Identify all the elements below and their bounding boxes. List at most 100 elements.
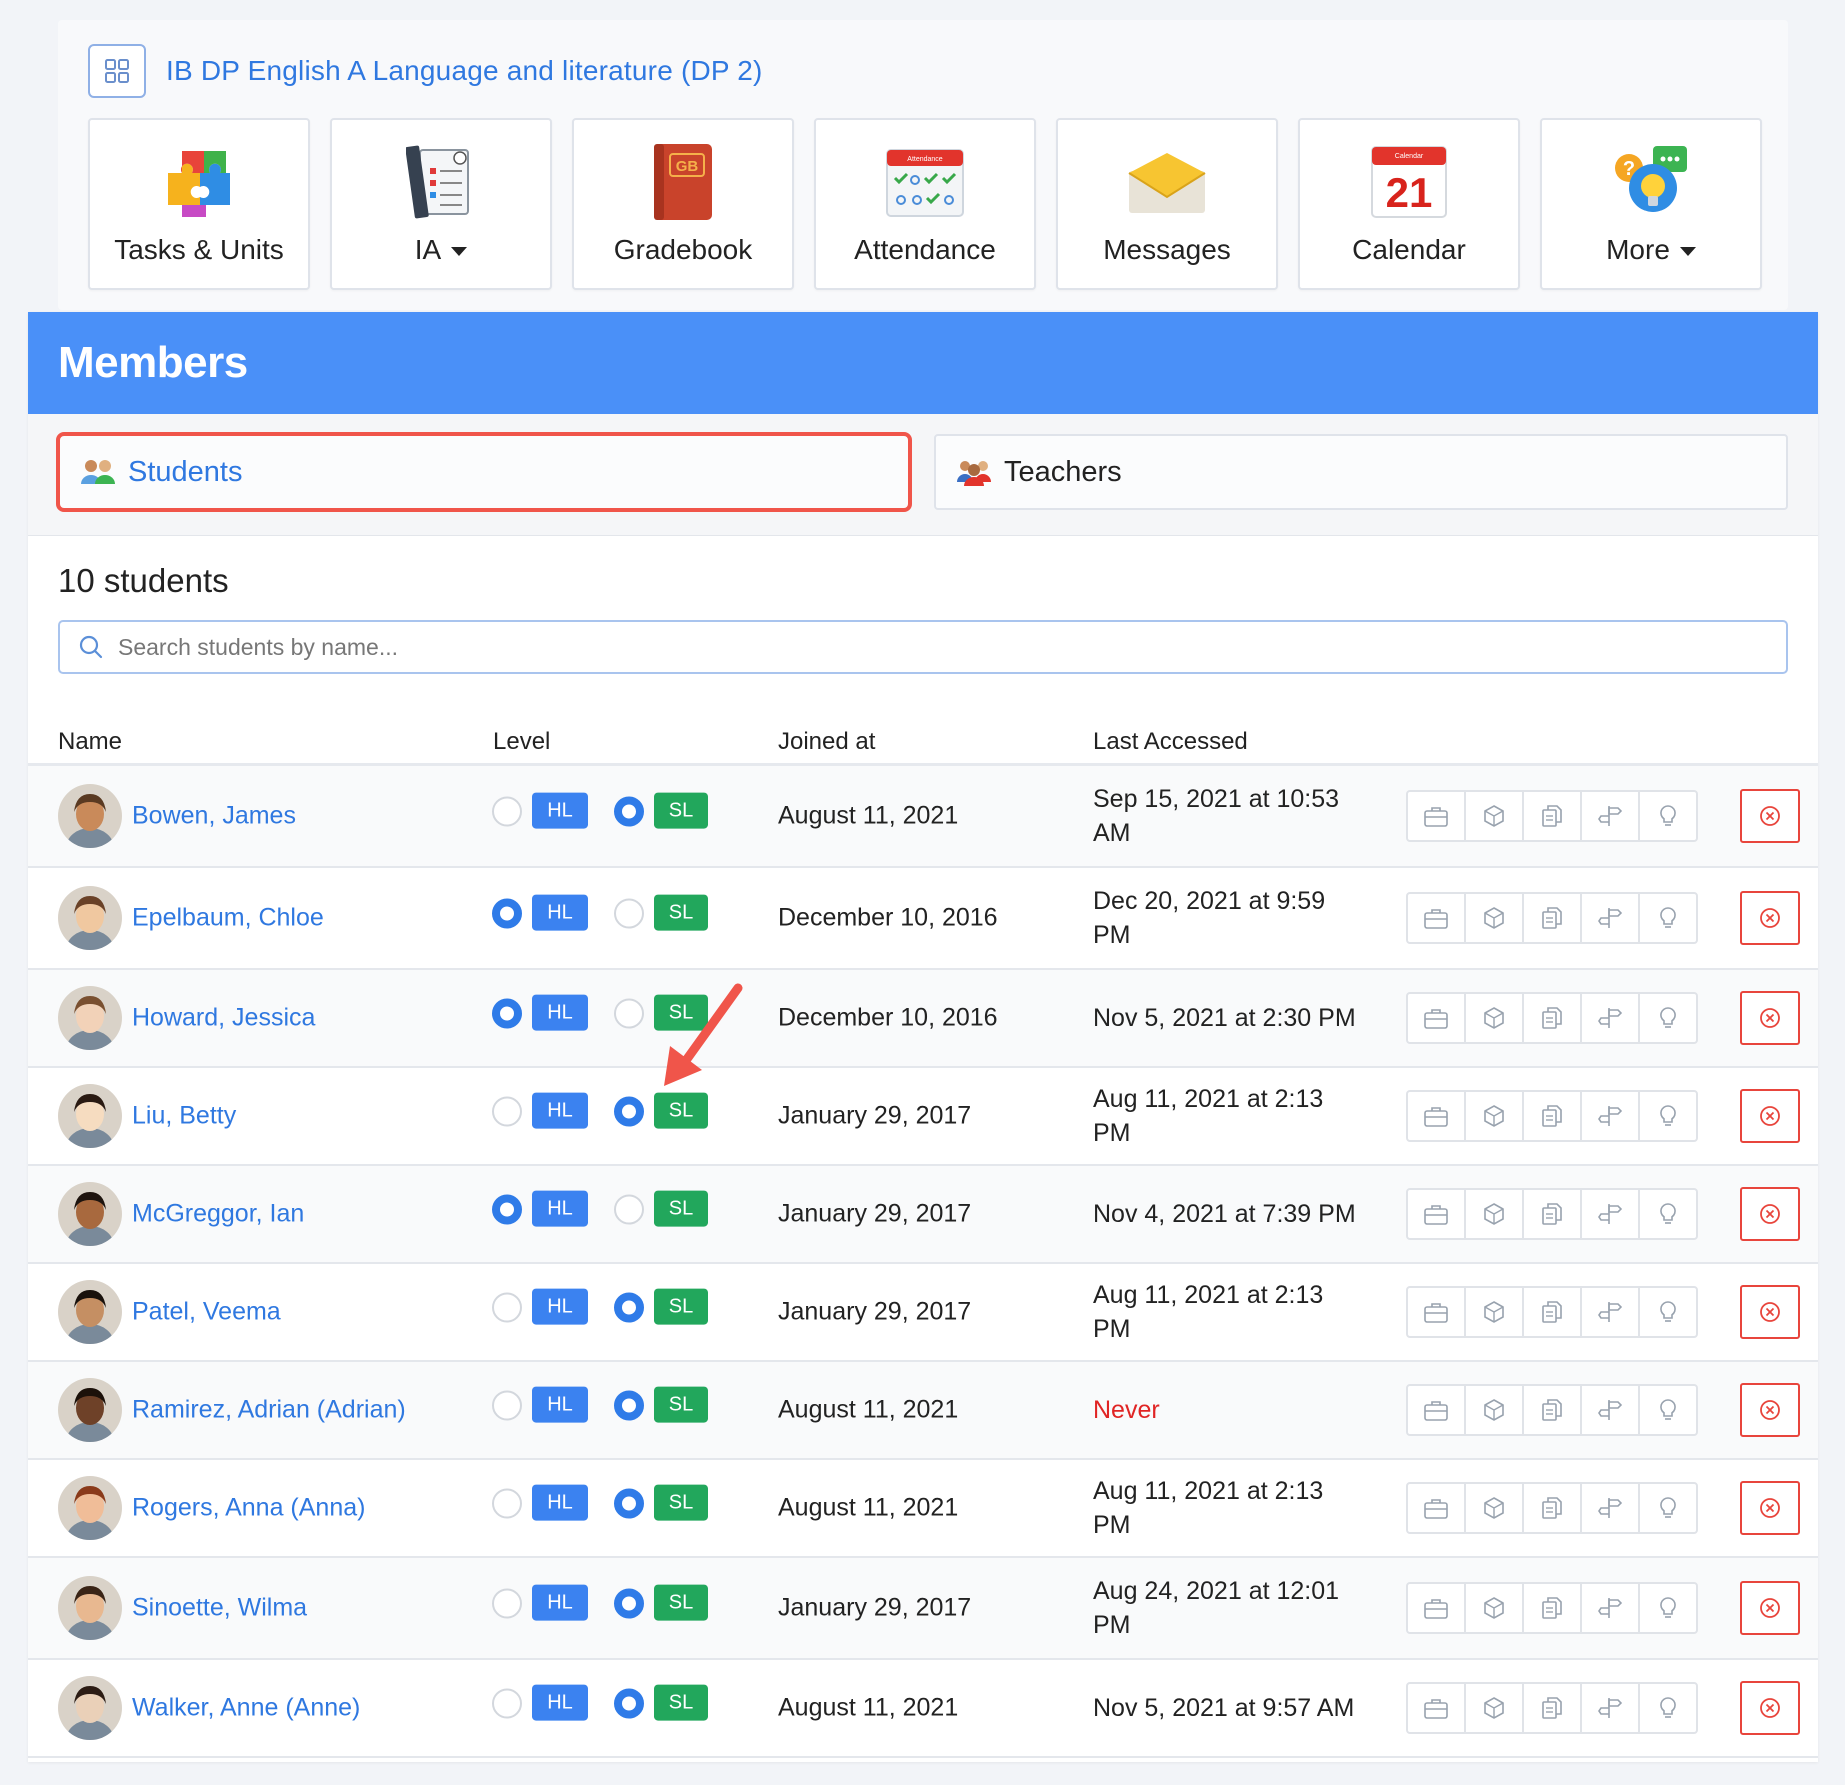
tile-messages[interactable]: Messages [1056,118,1278,290]
lightbulb-button[interactable] [1638,892,1698,944]
level-hl-radio[interactable] [492,1488,522,1519]
documents-button[interactable] [1522,992,1582,1044]
documents-button[interactable] [1522,1682,1582,1734]
cube-button[interactable] [1464,790,1524,842]
briefcase-button[interactable] [1406,1582,1466,1634]
cube-button[interactable] [1464,1090,1524,1142]
student-name-link[interactable]: McGreggor, Ian [132,1200,304,1229]
tile-gradebook[interactable]: GB Gradebook [572,118,794,290]
tab-students[interactable]: Students [56,432,912,512]
signpost-button[interactable] [1580,1286,1640,1338]
level-sl-radio[interactable] [614,1096,644,1127]
briefcase-button[interactable] [1406,1384,1466,1436]
student-name-link[interactable]: Bowen, James [132,802,296,831]
student-name-link[interactable]: Patel, Veema [132,1298,281,1327]
lightbulb-button[interactable] [1638,1286,1698,1338]
lightbulb-button[interactable] [1638,1384,1698,1436]
cube-button[interactable] [1464,1582,1524,1634]
documents-button[interactable] [1522,1188,1582,1240]
remove-student-button[interactable] [1740,991,1800,1045]
course-title[interactable]: IB DP English A Language and literature … [166,55,763,87]
remove-student-button[interactable] [1740,891,1800,945]
briefcase-button[interactable] [1406,790,1466,842]
cube-button[interactable] [1464,892,1524,944]
cube-button[interactable] [1464,1682,1524,1734]
lightbulb-button[interactable] [1638,1482,1698,1534]
tile-attendance[interactable]: Attendance Attendance [814,118,1036,290]
level-sl-radio[interactable] [614,1390,644,1421]
student-name-link[interactable]: Walker, Anne (Anne) [132,1694,360,1723]
level-hl-radio[interactable] [492,1688,522,1719]
cube-button[interactable] [1464,1188,1524,1240]
remove-student-button[interactable] [1740,1681,1800,1735]
level-sl-radio[interactable] [614,796,644,827]
student-name-link[interactable]: Rogers, Anna (Anna) [132,1494,365,1523]
student-name-link[interactable]: Ramirez, Adrian (Adrian) [132,1396,406,1425]
student-name-link[interactable]: Sinoette, Wilma [132,1594,307,1623]
briefcase-button[interactable] [1406,1682,1466,1734]
documents-button[interactable] [1522,1384,1582,1436]
remove-student-button[interactable] [1740,1581,1800,1635]
signpost-button[interactable] [1580,1090,1640,1142]
level-hl-radio[interactable] [492,1588,522,1619]
level-sl-radio[interactable] [614,1194,644,1225]
lightbulb-button[interactable] [1638,1682,1698,1734]
student-name-link[interactable]: Epelbaum, Chloe [132,904,324,933]
cube-button[interactable] [1464,992,1524,1044]
documents-button[interactable] [1522,1582,1582,1634]
briefcase-button[interactable] [1406,1188,1466,1240]
apps-grid-button[interactable] [88,44,146,98]
level-sl-radio[interactable] [614,1688,644,1719]
level-hl-radio[interactable] [492,796,522,827]
tile-more[interactable]: ? More [1540,118,1762,290]
signpost-button[interactable] [1580,892,1640,944]
cube-button[interactable] [1464,1384,1524,1436]
tile-ia[interactable]: IA [330,118,552,290]
search-input[interactable] [118,633,1718,661]
tile-tasks-units[interactable]: Tasks & Units [88,118,310,290]
signpost-button[interactable] [1580,1482,1640,1534]
briefcase-button[interactable] [1406,1090,1466,1142]
documents-button[interactable] [1522,1090,1582,1142]
cube-button[interactable] [1464,1286,1524,1338]
lightbulb-button[interactable] [1638,790,1698,842]
remove-student-button[interactable] [1740,1187,1800,1241]
remove-student-button[interactable] [1740,1285,1800,1339]
cube-button[interactable] [1464,1482,1524,1534]
briefcase-button[interactable] [1406,1286,1466,1338]
remove-student-button[interactable] [1740,789,1800,843]
briefcase-button[interactable] [1406,1482,1466,1534]
student-name-link[interactable]: Howard, Jessica [132,1004,315,1033]
lightbulb-button[interactable] [1638,1090,1698,1142]
signpost-button[interactable] [1580,1188,1640,1240]
signpost-button[interactable] [1580,992,1640,1044]
signpost-button[interactable] [1580,1582,1640,1634]
level-sl-radio[interactable] [614,1588,644,1619]
level-hl-radio[interactable] [492,1096,522,1127]
level-hl-radio[interactable] [492,1390,522,1421]
signpost-button[interactable] [1580,1682,1640,1734]
signpost-button[interactable] [1580,790,1640,842]
level-sl-radio[interactable] [614,898,644,929]
level-sl-radio[interactable] [614,998,644,1029]
remove-student-button[interactable] [1740,1481,1800,1535]
remove-student-button[interactable] [1740,1383,1800,1437]
lightbulb-button[interactable] [1638,1188,1698,1240]
level-sl-radio[interactable] [614,1488,644,1519]
briefcase-button[interactable] [1406,992,1466,1044]
briefcase-button[interactable] [1406,892,1466,944]
remove-student-button[interactable] [1740,1089,1800,1143]
documents-button[interactable] [1522,1286,1582,1338]
documents-button[interactable] [1522,790,1582,842]
lightbulb-button[interactable] [1638,1582,1698,1634]
documents-button[interactable] [1522,892,1582,944]
level-hl-radio[interactable] [492,998,522,1029]
level-sl-radio[interactable] [614,1292,644,1323]
tile-calendar[interactable]: Calendar 21 Calendar [1298,118,1520,290]
level-hl-radio[interactable] [492,1194,522,1225]
level-hl-radio[interactable] [492,1292,522,1323]
student-name-link[interactable]: Liu, Betty [132,1102,236,1131]
tab-teachers[interactable]: Teachers [934,434,1788,510]
signpost-button[interactable] [1580,1384,1640,1436]
documents-button[interactable] [1522,1482,1582,1534]
